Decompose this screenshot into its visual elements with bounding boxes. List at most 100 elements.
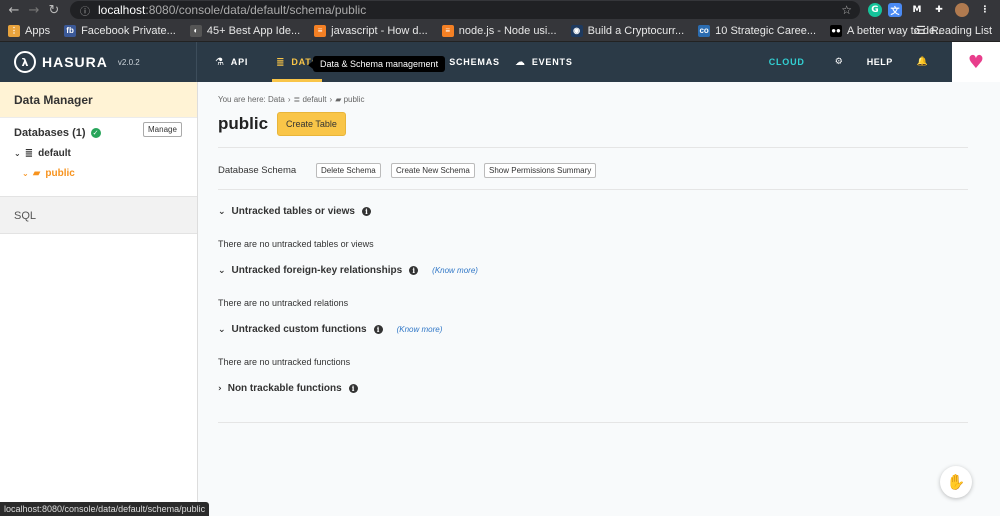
bookmark-crypto[interactable]: ◉ Build a Cryptocurr... bbox=[570, 24, 685, 37]
bookmark-label: Build a Cryptocurr... bbox=[587, 24, 685, 37]
co-icon: co bbox=[698, 24, 711, 37]
forward-icon[interactable]: → bbox=[24, 3, 44, 18]
folder-icon: ▰ bbox=[335, 95, 344, 104]
chevron-right-icon: › bbox=[218, 383, 222, 394]
bookmarks-bar: ⋮ Apps fb Facebook Private... ◐ 45+ Best Ap… bbox=[0, 20, 1000, 42]
gear-icon[interactable]: ⚙ bbox=[835, 57, 843, 67]
reload-icon[interactable]: ↻ bbox=[44, 3, 64, 18]
waving-hand-icon[interactable]: ✋ bbox=[940, 466, 972, 498]
databases-label: Databases (1) bbox=[14, 127, 86, 139]
reading-list-label: Reading List bbox=[930, 24, 992, 37]
bookmark-facebook[interactable]: fb Facebook Private... bbox=[64, 24, 176, 37]
sidebar-item-sql[interactable]: SQL bbox=[0, 196, 197, 234]
section-untracked-tables[interactable]: ⌄ Untracked tables or views i bbox=[218, 206, 371, 217]
status-bar-url: localhost:8080/console/data/default/sche… bbox=[0, 502, 210, 516]
info-icon[interactable]: i bbox=[409, 266, 419, 275]
section-title: Non trackable functions bbox=[227, 383, 342, 394]
empty-message: There are no untracked tables or views bbox=[218, 239, 374, 249]
section-untracked-relationships[interactable]: ⌄ Untracked foreign-key relationships i … bbox=[218, 265, 478, 276]
breadcrumb-db[interactable]: default bbox=[302, 95, 326, 104]
reading-list-icon: ☰ bbox=[915, 25, 926, 37]
tab-label: API bbox=[230, 57, 249, 67]
chevron-down-icon: ⌄ bbox=[218, 324, 226, 335]
help-link[interactable]: HELP bbox=[867, 57, 893, 67]
create-schema-button[interactable]: Create New Schema bbox=[391, 163, 475, 178]
delete-schema-button[interactable]: Delete Schema bbox=[316, 163, 381, 178]
bookmark-label: 45+ Best App Ide... bbox=[206, 24, 301, 37]
divider bbox=[218, 189, 968, 190]
page-title: public bbox=[218, 114, 269, 133]
data-tab-tooltip: Data & Schema management bbox=[307, 56, 446, 72]
medium-icon: ●● bbox=[830, 24, 843, 37]
menu-icon[interactable]: ⋮ bbox=[978, 3, 992, 17]
info-icon[interactable]: i bbox=[348, 384, 358, 393]
logo[interactable]: λ HASURA v2.0.2 bbox=[0, 42, 197, 82]
bell-icon[interactable]: 🔔 bbox=[917, 57, 928, 67]
know-more-link[interactable]: (Know more) bbox=[432, 266, 478, 275]
section-untracked-functions[interactable]: ⌄ Untracked custom functions i (Know mor… bbox=[218, 324, 442, 335]
tab-api[interactable]: ⚗ API bbox=[205, 42, 258, 82]
section-title: Untracked foreign-key relationships bbox=[231, 265, 403, 276]
bookmark-label: 10 Strategic Caree... bbox=[715, 24, 817, 37]
bookmark-nodejs[interactable]: ≡ node.js - Node usi... bbox=[441, 24, 557, 37]
puzzle-icon[interactable]: ✚ bbox=[932, 3, 946, 17]
section-title: Untracked tables or views bbox=[231, 206, 355, 217]
section-non-trackable-functions[interactable]: › Non trackable functions i bbox=[218, 383, 358, 394]
bookmark-label: Facebook Private... bbox=[81, 24, 176, 37]
breadcrumb-schema[interactable]: public bbox=[344, 95, 365, 104]
breadcrumb-data[interactable]: You are here: Data bbox=[218, 95, 285, 104]
bookmark-career[interactable]: co 10 Strategic Caree... bbox=[698, 24, 817, 37]
know-more-link[interactable]: (Know more) bbox=[397, 325, 443, 334]
chevron-down-icon: ⌄ bbox=[14, 149, 21, 158]
stackoverflow-icon: ≡ bbox=[441, 24, 454, 37]
profile-avatar[interactable] bbox=[955, 3, 969, 17]
bookmark-label: Apps bbox=[25, 24, 51, 37]
bookmark-label: node.js - Node usi... bbox=[458, 24, 557, 37]
url-path: :8080/console/data/default/schema/public bbox=[145, 3, 367, 17]
manage-button[interactable]: Manage bbox=[143, 122, 182, 137]
right-nav: CLOUD ⚙ HELP 🔔 ♥ bbox=[769, 42, 1000, 82]
grammarly-icon[interactable]: G bbox=[868, 3, 882, 17]
bookmark-app-ideas[interactable]: ◐ 45+ Best App Ide... bbox=[189, 24, 301, 37]
cloud-link[interactable]: CLOUD bbox=[769, 57, 805, 67]
divider bbox=[218, 422, 968, 423]
browser-toolbar: ← → ↻ ⓘ localhost:8080/console/data/defa… bbox=[0, 0, 1000, 20]
tab-events[interactable]: ☁ EVENTS bbox=[505, 42, 583, 82]
version-label: v2.0.2 bbox=[117, 57, 140, 67]
empty-message: There are no untracked functions bbox=[218, 357, 351, 367]
info-icon[interactable]: i bbox=[373, 325, 383, 334]
chevron-down-icon: ⌄ bbox=[218, 206, 226, 217]
site-icon: ◉ bbox=[570, 24, 583, 37]
breadcrumb: You are here: Data › ≣ default › ▰ public bbox=[218, 95, 364, 104]
db-name: default bbox=[38, 148, 71, 159]
breadcrumb-separator: › bbox=[287, 95, 291, 104]
facebook-icon: fb bbox=[64, 24, 77, 37]
bookmark-apps[interactable]: ⋮ Apps bbox=[8, 24, 51, 37]
heart-icon[interactable]: ♥ bbox=[952, 42, 1000, 82]
permissions-summary-button[interactable]: Show Permissions Summary bbox=[484, 163, 597, 178]
chevron-down-icon: ⌄ bbox=[22, 169, 29, 178]
globe-icon: ◐ bbox=[189, 24, 202, 37]
bookmark-star-icon[interactable]: ☆ bbox=[841, 3, 852, 17]
info-icon[interactable]: ⓘ bbox=[80, 3, 90, 18]
info-icon[interactable]: i bbox=[361, 207, 371, 216]
sidebar: Data Manager Databases (1) ✓ Manage ⌄ ≣ d… bbox=[0, 82, 198, 516]
address-bar[interactable]: ⓘ localhost:8080/console/data/default/sc… bbox=[70, 1, 860, 19]
reading-list-button[interactable]: ☰ Reading List bbox=[915, 24, 992, 38]
flask-icon: ⚗ bbox=[215, 56, 225, 68]
extension-m-icon[interactable]: M bbox=[910, 3, 924, 17]
sidebar-header: Data Manager bbox=[0, 82, 197, 118]
top-nav: λ HASURA v2.0.2 ⚗ API ≣ DATA OTE SCHEMAS ☁… bbox=[0, 42, 1000, 82]
tree-item-public-schema[interactable]: ⌄ ▰ public bbox=[22, 168, 75, 179]
apps-grid-icon: ⋮ bbox=[8, 24, 20, 37]
bookmark-label: javascript - How d... bbox=[331, 24, 428, 37]
tree-item-default-db[interactable]: ⌄ ≣ default bbox=[14, 148, 71, 159]
stackoverflow-icon: ≡ bbox=[314, 24, 327, 37]
translate-icon[interactable]: 文 bbox=[888, 3, 902, 17]
section-title: Untracked custom functions bbox=[231, 324, 367, 335]
bookmark-javascript[interactable]: ≡ javascript - How d... bbox=[314, 24, 428, 37]
breadcrumb-separator: › bbox=[329, 95, 333, 104]
back-icon[interactable]: ← bbox=[4, 3, 24, 18]
create-table-button[interactable]: Create Table bbox=[277, 112, 346, 136]
database-icon: ≣ bbox=[276, 56, 286, 68]
